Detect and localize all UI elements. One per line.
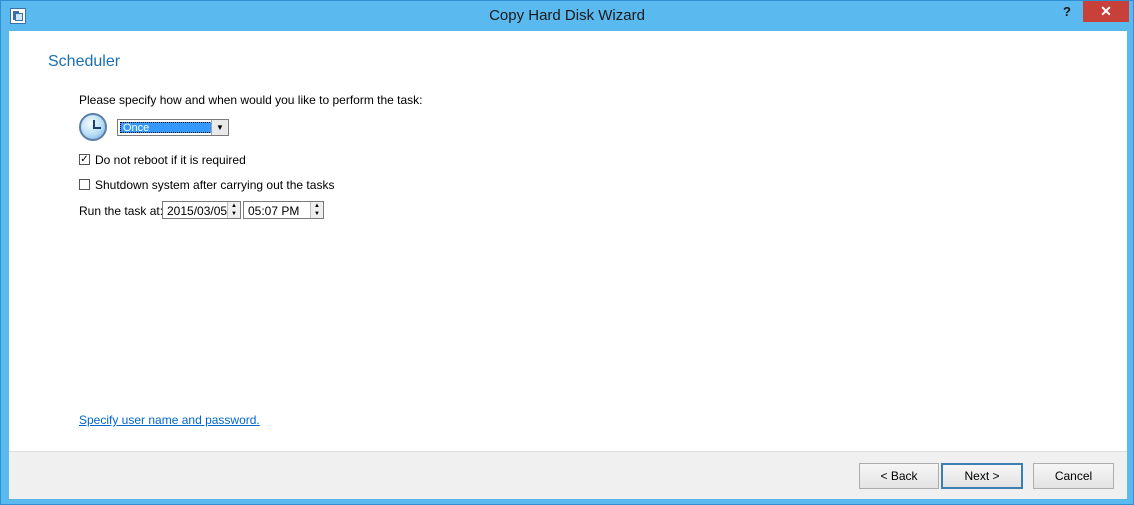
back-button[interactable]: < Back [859, 463, 939, 489]
spin-up-icon[interactable]: ▲ [311, 202, 323, 210]
time-value: 05:07 PM [248, 204, 300, 218]
shutdown-checkbox[interactable] [79, 179, 90, 191]
spin-down-icon[interactable]: ▼ [311, 210, 323, 218]
time-spinner[interactable]: ▲ ▼ [310, 202, 323, 218]
close-button[interactable]: ✕ [1083, 1, 1129, 22]
schedule-frequency-dropdown[interactable]: Once ▼ [117, 119, 229, 136]
no-reboot-option[interactable]: ✓ Do not reboot if it is required [79, 152, 246, 167]
time-picker[interactable]: 05:07 PM ▲ ▼ [243, 201, 324, 219]
shutdown-label: Shutdown system after carrying out the t… [95, 177, 335, 192]
page-title: Scheduler [48, 53, 121, 70]
next-button[interactable]: Next > [941, 463, 1023, 489]
date-value: 2015/03/05 [167, 204, 228, 218]
schedule-prompt: Please specify how and when would you li… [79, 93, 423, 107]
wizard-window: Copy Hard Disk Wizard ? ✕ Scheduler Plea… [0, 0, 1134, 505]
spin-up-icon[interactable]: ▲ [228, 202, 240, 210]
wizard-footer: < Back Next > Cancel [9, 451, 1127, 499]
dropdown-selected-value: Once [120, 122, 212, 134]
title-bar[interactable]: Copy Hard Disk Wizard ? ✕ [1, 1, 1133, 31]
wizard-content: Scheduler Please specify how and when wo… [9, 31, 1127, 451]
help-button[interactable]: ? [1053, 1, 1081, 22]
no-reboot-label: Do not reboot if it is required [95, 152, 246, 167]
shutdown-option[interactable]: Shutdown system after carrying out the t… [79, 177, 334, 192]
chevron-down-icon[interactable]: ▼ [211, 120, 228, 135]
credentials-link[interactable]: Specify user name and password. [79, 413, 260, 427]
date-picker[interactable]: 2015/03/05 ▲ ▼ [162, 201, 241, 219]
run-at-label: Run the task at: [79, 204, 164, 218]
clock-icon [79, 113, 107, 141]
date-spinner[interactable]: ▲ ▼ [227, 202, 240, 218]
spin-down-icon[interactable]: ▼ [228, 210, 240, 218]
window-title: Copy Hard Disk Wizard [489, 7, 645, 24]
no-reboot-checkbox[interactable]: ✓ [79, 154, 90, 166]
cancel-button[interactable]: Cancel [1033, 463, 1114, 489]
